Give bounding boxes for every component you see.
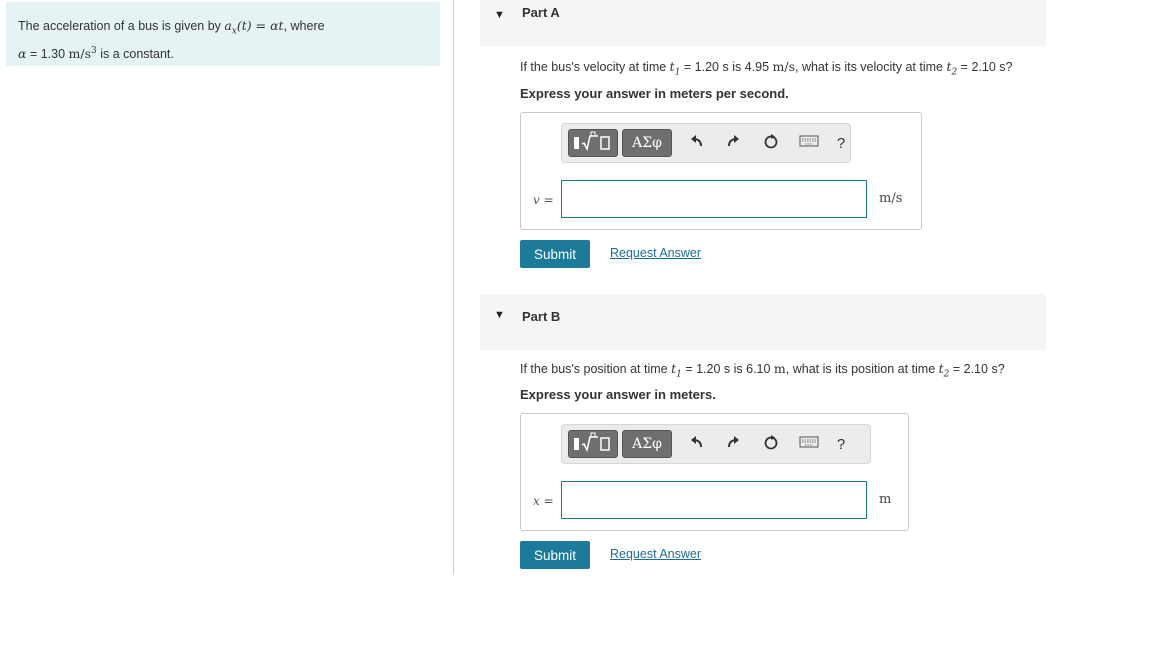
part-a-request-answer-link[interactable]: Request Answer: [610, 246, 701, 260]
help-button[interactable]: ?: [830, 434, 852, 456]
redo-icon[interactable]: [722, 133, 744, 155]
fraction-sqrt-icon[interactable]: [568, 129, 618, 157]
keyboard-icon[interactable]: [798, 133, 820, 155]
collapse-triangle-icon[interactable]: ▼: [494, 9, 505, 21]
part-b-instruction: Express your answer in meters.: [520, 387, 716, 402]
greek-symbols-button[interactable]: ΑΣφ: [622, 129, 672, 157]
part-a-header[interactable]: ▼ Part A: [480, 0, 1046, 46]
undo-icon[interactable]: [686, 133, 708, 155]
part-b-header[interactable]: ▼ Part B: [480, 294, 1046, 350]
greek-symbols-button[interactable]: ΑΣφ: [622, 430, 672, 458]
variable-label: v =: [533, 193, 554, 207]
keyboard-icon[interactable]: [798, 434, 820, 456]
column-divider: [453, 0, 454, 575]
part-a-unit: m/s: [879, 191, 903, 206]
part-a-instruction: Express your answer in meters per second…: [520, 86, 789, 101]
part-a-submit-button[interactable]: Submit: [520, 240, 590, 268]
part-b-submit-button[interactable]: Submit: [520, 541, 590, 569]
alpha-unit: m/s3: [68, 45, 97, 61]
math-toolbar: ΑΣφ ?: [561, 424, 871, 464]
redo-icon[interactable]: [722, 434, 744, 456]
acceleration-symbol: ax(t) = αt: [224, 18, 284, 37]
math-toolbar: ΑΣφ ?: [561, 123, 851, 163]
part-b-unit: m: [879, 492, 892, 507]
part-a-question: If the bus's velocity at time t1 = 1.20 …: [520, 59, 1013, 78]
undo-icon[interactable]: [686, 434, 708, 456]
part-a-answer-input[interactable]: [561, 180, 867, 218]
collapse-triangle-icon[interactable]: ▼: [494, 309, 505, 321]
fraction-sqrt-icon[interactable]: [568, 430, 618, 458]
part-b-answer-input[interactable]: [561, 481, 867, 519]
part-b-question: If the bus's position at time t1 = 1.20 …: [520, 361, 1005, 380]
part-b-request-answer-link[interactable]: Request Answer: [610, 547, 701, 561]
part-b-title: Part B: [522, 309, 561, 324]
problem-text: The acceleration of a bus is given by: [18, 19, 225, 33]
part-a-title: Part A: [522, 5, 560, 20]
help-button[interactable]: ?: [830, 133, 852, 155]
part-b-answer-box: ΑΣφ ? x = m: [520, 413, 909, 531]
part-a-answer-box: ΑΣφ ? v = m/s: [520, 112, 922, 230]
variable-label: x =: [533, 494, 554, 508]
reset-icon[interactable]: [760, 133, 782, 155]
problem-statement: The acceleration of a bus is given by ax…: [6, 2, 440, 66]
reset-icon[interactable]: [760, 434, 782, 456]
